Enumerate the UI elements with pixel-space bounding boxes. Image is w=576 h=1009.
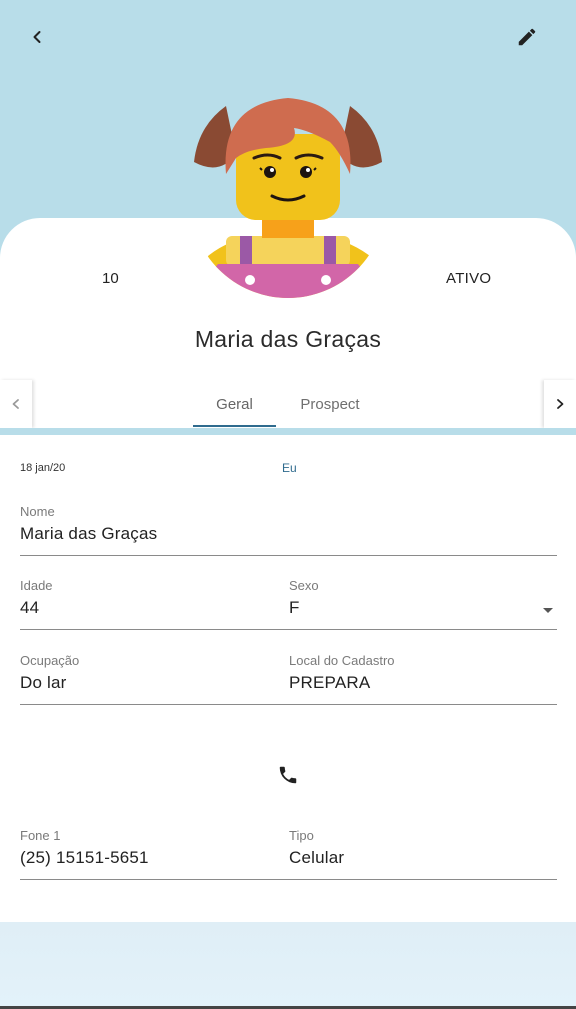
phone-field-value: (25) 15151-5651 — [20, 848, 149, 867]
tab-geral[interactable]: Geral — [193, 380, 276, 428]
name-field-value: Maria das Graças — [20, 524, 158, 543]
age-field-value: 44 — [20, 598, 40, 617]
tab-active-indicator — [193, 425, 276, 427]
pencil-icon — [518, 28, 536, 46]
phone-type-value: Celular — [289, 848, 345, 867]
divider — [0, 428, 576, 435]
edit-button[interactable] — [512, 22, 542, 52]
tab-bar: Geral Prospect — [0, 380, 576, 428]
sex-select-value: F — [289, 598, 300, 617]
occupation-field-value: Do lar — [20, 673, 67, 692]
phone-field-label: Fone 1 — [20, 828, 61, 843]
phone-type-field[interactable]: Tipo Celular — [289, 828, 557, 880]
chevron-right-icon — [557, 399, 564, 409]
tab-prospect[interactable]: Prospect — [290, 380, 370, 428]
chevron-left-icon — [12, 399, 19, 409]
age-field[interactable]: Idade 44 — [20, 578, 289, 630]
sex-select-label: Sexo — [289, 578, 319, 593]
record-date: 18 jan/20 — [20, 462, 66, 474]
registration-location-field[interactable]: Local do Cadastro PREPARA — [289, 653, 557, 705]
tabs-scroll-left-button[interactable] — [0, 380, 32, 428]
bottom-background — [0, 922, 576, 1009]
registration-location-label: Local do Cadastro — [289, 653, 395, 668]
stat-count: 10 — [102, 270, 119, 287]
phone-field[interactable]: Fone 1 (25) 15151-5651 — [20, 828, 289, 880]
caret-down-icon — [543, 608, 553, 613]
lego-girl-avatar — [190, 98, 386, 298]
profile-name: Maria das Graças — [194, 326, 382, 352]
back-button[interactable] — [22, 22, 52, 52]
name-field-label: Nome — [20, 504, 55, 519]
status-badge: ATIVO — [446, 270, 492, 287]
record-author: Eu — [282, 461, 297, 475]
sex-select[interactable]: Sexo F — [289, 578, 557, 630]
chevron-left-icon — [33, 31, 41, 43]
occupation-field-label: Ocupação — [20, 653, 80, 668]
phone-icon — [279, 766, 297, 784]
phone-type-label: Tipo — [289, 828, 314, 843]
occupation-field[interactable]: Ocupação Do lar — [20, 653, 289, 705]
tabs-scroll-right-button[interactable] — [544, 380, 576, 428]
registration-location-value: PREPARA — [289, 673, 371, 692]
form-content: 18 jan/20 Eu Nome Maria das Graças Idade… — [0, 435, 576, 922]
name-field[interactable]: Nome Maria das Graças — [20, 504, 557, 556]
age-field-label: Idade — [20, 578, 53, 593]
